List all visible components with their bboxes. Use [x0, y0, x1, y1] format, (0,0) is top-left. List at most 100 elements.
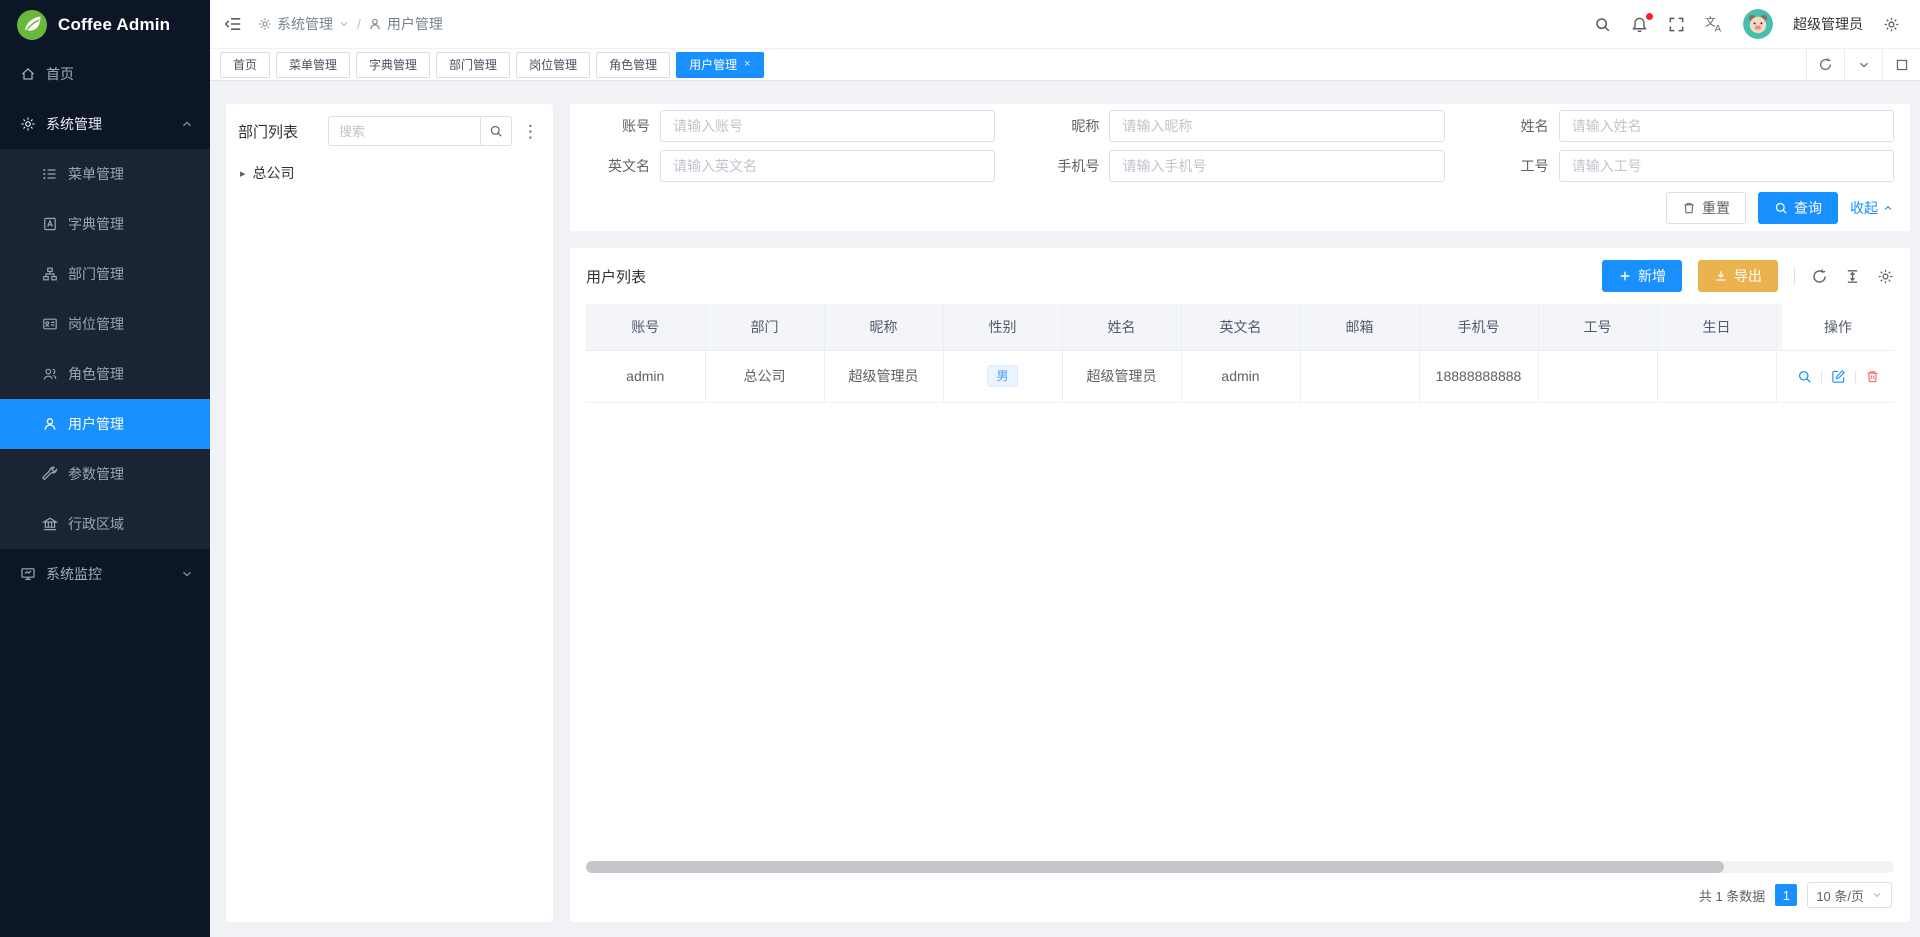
refresh-icon[interactable]	[1811, 268, 1828, 285]
chevron-up-icon	[180, 117, 194, 131]
svg-text:A: A	[1715, 23, 1722, 33]
close-icon[interactable]: ×	[744, 59, 750, 70]
kebab-menu-icon[interactable]: ⋮	[520, 123, 541, 140]
sidebar-item-menu-mgmt[interactable]: 菜单管理	[0, 149, 210, 199]
dept-search-button[interactable]	[480, 116, 512, 146]
collapse-menu-icon[interactable]	[224, 15, 242, 33]
field-phone: 手机号	[1035, 150, 1444, 182]
people-icon	[42, 366, 58, 382]
cell-name: 超级管理员	[1062, 350, 1181, 402]
col-account: 账号	[586, 304, 705, 350]
col-email: 邮箱	[1300, 304, 1419, 350]
tabbar: 首页 菜单管理 字典管理 部门管理 岗位管理 角色管理 用户管理 ×	[210, 49, 1920, 81]
app-title: Coffee Admin	[58, 15, 170, 35]
fullscreen-icon[interactable]	[1668, 16, 1685, 33]
tab-post-mgmt[interactable]: 岗位管理	[516, 52, 590, 78]
sidebar-item-user-mgmt[interactable]: 用户管理	[0, 399, 210, 449]
search-icon[interactable]	[1594, 16, 1611, 33]
caret-right-icon[interactable]: ▸	[240, 167, 246, 180]
sidebar-item-post-mgmt[interactable]: 岗位管理	[0, 299, 210, 349]
name-input[interactable]	[1559, 110, 1894, 142]
sidebar-item-dict-mgmt[interactable]: 字典管理	[0, 199, 210, 249]
breadcrumb-separator: /	[357, 16, 361, 32]
chevron-down-icon	[338, 18, 350, 30]
field-job-no: 工号	[1485, 150, 1894, 182]
user-table: 账号 部门 昵称 性别 姓名 英文名 邮箱 手机号 工号 生日	[586, 304, 1894, 403]
cell-email	[1300, 350, 1419, 402]
sidebar-item-param-mgmt[interactable]: 参数管理	[0, 449, 210, 499]
account-input[interactable]	[660, 110, 995, 142]
chevron-down-icon[interactable]	[1844, 49, 1882, 80]
sidebar-item-dept-mgmt[interactable]: 部门管理	[0, 249, 210, 299]
tab-user-mgmt[interactable]: 用户管理 ×	[676, 52, 763, 78]
cell-account: admin	[586, 350, 705, 402]
tab-dept-mgmt[interactable]: 部门管理	[436, 52, 510, 78]
field-account: 账号	[586, 110, 995, 142]
sidebar-menu: 首页 系统管理 菜单管理	[0, 49, 210, 937]
tab-menu-mgmt[interactable]: 菜单管理	[276, 52, 350, 78]
sidebar-item-system-mgmt[interactable]: 系统管理	[0, 99, 210, 149]
col-nickname: 昵称	[824, 304, 943, 350]
phone-input[interactable]	[1109, 150, 1444, 182]
monitor-icon	[20, 566, 36, 582]
cell-nickname: 超级管理员	[824, 350, 943, 402]
app-logo: Coffee Admin	[0, 0, 210, 49]
delete-icon[interactable]	[1865, 369, 1880, 384]
horizontal-scrollbar[interactable]	[586, 861, 1894, 873]
refresh-icon[interactable]	[1806, 49, 1844, 80]
user-name[interactable]: 超级管理员	[1793, 14, 1863, 34]
gender-tag: 男	[987, 365, 1017, 387]
tree-node-root[interactable]: ▸ 总公司	[240, 160, 539, 186]
gear-icon[interactable]	[1877, 268, 1894, 285]
gear-icon[interactable]	[1883, 16, 1900, 33]
id-card-icon	[42, 316, 58, 332]
scrollbar-thumb[interactable]	[586, 861, 1724, 873]
person-icon	[368, 17, 382, 31]
table-header-row: 账号 部门 昵称 性别 姓名 英文名 邮箱 手机号 工号 生日	[586, 304, 1894, 350]
cell-dept: 总公司	[705, 350, 824, 402]
col-name: 姓名	[1062, 304, 1181, 350]
gear-icon	[20, 116, 36, 132]
person-icon	[42, 416, 58, 432]
sidebar-submenu-system: 菜单管理 字典管理 部门管理	[0, 149, 210, 549]
translate-icon[interactable]: 文A	[1705, 15, 1723, 33]
sidebar-item-system-monitor[interactable]: 系统监控	[0, 549, 210, 599]
maximize-icon[interactable]	[1882, 49, 1920, 80]
col-gender: 性别	[943, 304, 1062, 350]
row-height-icon[interactable]	[1844, 268, 1861, 285]
reset-button[interactable]: 重置	[1666, 192, 1746, 224]
bell-icon[interactable]	[1631, 16, 1648, 33]
sidebar-item-home[interactable]: 首页	[0, 49, 210, 99]
sidebar-item-role-mgmt[interactable]: 角色管理	[0, 349, 210, 399]
view-icon[interactable]	[1797, 369, 1812, 384]
field-english-name: 英文名	[586, 150, 995, 182]
edit-icon[interactable]	[1831, 369, 1846, 384]
query-button[interactable]: 查询	[1758, 192, 1838, 224]
table-row: admin 总公司 超级管理员 男 超级管理员 admin 1888888888…	[586, 350, 1894, 402]
tab-dict-mgmt[interactable]: 字典管理	[356, 52, 430, 78]
dept-panel-title: 部门列表	[238, 121, 298, 142]
english-name-input[interactable]	[660, 150, 995, 182]
sidebar-item-region-mgmt[interactable]: 行政区域	[0, 499, 210, 549]
right-column: 账号 昵称 姓名 英文名	[570, 104, 1910, 922]
home-icon	[20, 66, 36, 82]
job-no-input[interactable]	[1559, 150, 1894, 182]
chevron-down-icon	[180, 567, 194, 581]
collapse-filter-link[interactable]: 收起	[1850, 198, 1894, 218]
avatar[interactable]	[1743, 9, 1773, 39]
cell-job-no	[1538, 350, 1657, 402]
tab-role-mgmt[interactable]: 角色管理	[596, 52, 670, 78]
dictionary-icon	[42, 216, 58, 232]
search-icon	[1774, 201, 1788, 215]
tab-home[interactable]: 首页	[220, 52, 270, 78]
export-button[interactable]: 导出	[1698, 260, 1778, 292]
page-size-select[interactable]: 10 条/页	[1807, 882, 1892, 908]
pagination: 共 1 条数据 1 10 条/页	[586, 873, 1894, 912]
org-chart-icon	[42, 266, 58, 282]
page-number-button[interactable]: 1	[1775, 884, 1797, 906]
dept-search-input[interactable]	[328, 116, 480, 146]
tab-controls	[1806, 49, 1920, 80]
nickname-input[interactable]	[1109, 110, 1444, 142]
breadcrumb-item-system[interactable]: 系统管理	[258, 14, 350, 34]
add-user-button[interactable]: 新增	[1602, 260, 1682, 292]
